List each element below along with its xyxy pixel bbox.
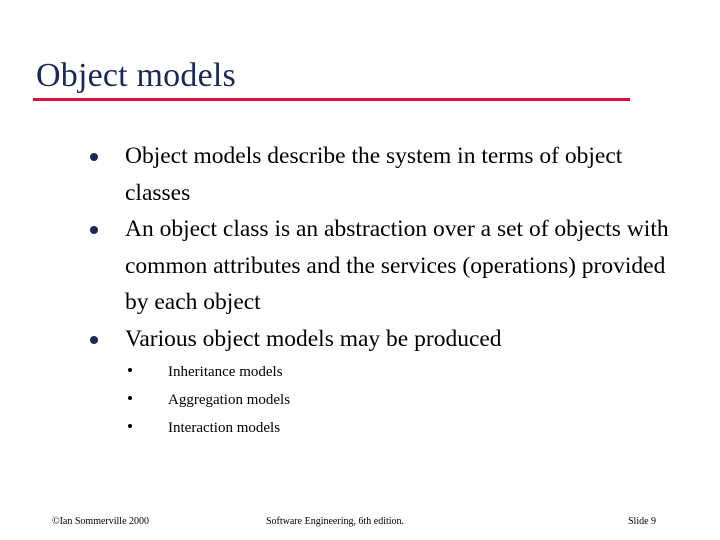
bullet-dot-icon xyxy=(90,226,98,234)
bullet-dot-icon xyxy=(90,335,98,344)
sub-list-item: Aggregation models xyxy=(125,386,545,414)
sub-bullet-text: Inheritance models xyxy=(168,364,283,380)
sub-bullet-text: Aggregation models xyxy=(168,392,291,408)
footer-copyright: ©Ian Sommerville 2000 xyxy=(52,516,150,527)
sub-bullet-dot-icon xyxy=(128,396,132,400)
sub-list-item: Inheritance models xyxy=(125,358,545,386)
main-bullet-list: Object models describe the system in ter… xyxy=(86,138,686,357)
list-item: Various object models may be produced xyxy=(86,321,686,358)
sub-bullet-text: Interaction models xyxy=(168,420,281,436)
list-item: Object models describe the system in ter… xyxy=(86,138,686,211)
bullet-text: An object class is an abstraction over a… xyxy=(125,216,669,315)
list-item: An object class is an abstraction over a… xyxy=(86,211,686,321)
footer-slide-number: Slide 9 xyxy=(628,516,657,527)
page-title: Object models xyxy=(36,57,236,94)
bullet-text: Object models describe the system in ter… xyxy=(125,143,623,206)
title-underline-rule xyxy=(33,98,630,101)
sub-bullet-list: Inheritance models Aggregation models In… xyxy=(125,358,545,442)
sub-bullet-dot-icon xyxy=(128,368,132,372)
bullet-text: Various object models may be produced xyxy=(125,325,502,352)
slide-footer: ©Ian Sommerville 2000 Software Engineeri… xyxy=(0,515,720,531)
bullet-dot-icon xyxy=(90,153,98,161)
footer-book-title: Software Engineering, 6th edition. xyxy=(266,516,405,527)
presentation-slide: Object models Object models describe the… xyxy=(0,0,720,540)
sub-bullet-dot-icon xyxy=(128,424,132,428)
sub-list-item: Interaction models xyxy=(125,414,545,442)
